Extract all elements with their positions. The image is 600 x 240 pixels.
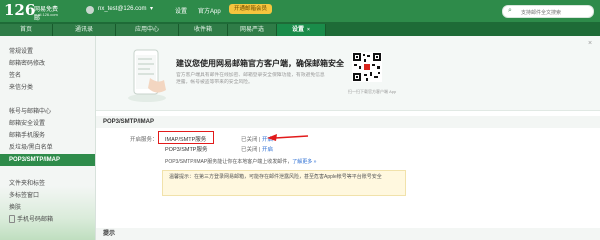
status-text: 已关闭: [241, 147, 258, 153]
sidebar-item-account-center[interactable]: 帐号与邮箱中心: [0, 106, 95, 118]
red-arrow-icon: [267, 134, 309, 141]
settings-sidebar: 常规设置 邮箱密码修改 签名 来信分类 帐号与邮箱中心 邮箱安全设置 邮箱手机服…: [0, 36, 96, 240]
sidebar-item-phone-mail[interactable]: 手机号码邮箱: [0, 214, 95, 226]
banner-description: 官方客户端具有邮件在线加密、邮箱登录安全保障功能，有效避免信息泄露，帐号被盗等带…: [176, 73, 325, 85]
sidebar-item-signature[interactable]: 签名: [0, 70, 95, 82]
tip-text: 温馨提示：在第三方登录网易邮箱，可能存在邮件泄露风险，甚至危害Apple帐号等平…: [169, 174, 382, 180]
sidebar-item-mail-classify[interactable]: 来信分类: [0, 82, 95, 94]
sidebar-item-label: 多标签窗口: [9, 193, 40, 199]
logo-subtitle: mail.126.com: [34, 12, 58, 17]
tab-bar: 首页 通讯录 应用中心 收件箱 网易严选 设置 ×: [0, 22, 600, 36]
phone-illustration: [128, 49, 166, 102]
imap-service-name: IMAP/SMTP服务: [165, 137, 207, 143]
avatar[interactable]: [86, 6, 94, 14]
service-info: POP3/SMTP/IMAP服务能让你在本地客户端上收发邮件，了解更多 »: [165, 158, 316, 165]
tab-label: 设置: [292, 27, 305, 33]
sidebar-item-label: 手机号码邮箱: [17, 217, 54, 223]
sidebar-item-label: 邮箱安全设置: [9, 121, 46, 127]
logo-number: 126: [4, 1, 36, 19]
close-icon[interactable]: ×: [307, 27, 310, 33]
sidebar-item-skin[interactable]: 换肤: [0, 202, 95, 214]
tab-yanxuan[interactable]: 网易严选: [228, 24, 277, 36]
official-app-link[interactable]: 官方App: [198, 6, 221, 15]
sidebar-item-multi-tab[interactable]: 多标签窗口: [0, 190, 95, 202]
search-icon: ⌕: [508, 7, 512, 14]
sidebar-item-security[interactable]: 邮箱安全设置: [0, 118, 95, 130]
top-header: 126 网易免费邮 mail.126.com nx_test@126.com ▾…: [0, 0, 600, 22]
tab-contacts[interactable]: 通讯录: [53, 24, 116, 36]
tab-label: 通讯录: [74, 27, 93, 33]
sidebar-item-mobile-service[interactable]: 邮箱手机服务: [0, 130, 95, 142]
sidebar-item-label: 帐号与邮箱中心: [9, 109, 52, 115]
qr-caption: 扫一扫下载官方客户端 App: [348, 89, 397, 94]
section-title: POP3/SMTP/IMAP: [96, 116, 600, 128]
user-email[interactable]: nx_test@126.com: [98, 6, 146, 12]
pop3-service-status: 已关闭 | 开启: [241, 145, 273, 153]
sidebar-item-antispam[interactable]: 反垃圾/黑白名单: [0, 142, 95, 154]
sidebar-item-folders[interactable]: 文件夹和标签: [0, 178, 95, 190]
sidebar-item-password[interactable]: 邮箱密码修改: [0, 58, 95, 70]
tab-label: 收件箱: [193, 27, 212, 33]
tab-app-center[interactable]: 应用中心: [116, 24, 179, 36]
pop3-enable-link[interactable]: 开启: [262, 147, 273, 153]
banner-title: 建议您使用网易邮箱官方客户端，确保邮箱安全: [176, 59, 344, 68]
qr-code: [352, 52, 382, 82]
service-settings: 开启服务： IMAP/SMTP服务 已关闭 | 开启 POP3/SMTP服务 已…: [96, 128, 600, 220]
sidebar-item-label: 文件夹和标签: [9, 181, 46, 187]
tab-home[interactable]: 首页: [0, 24, 53, 36]
sidebar-item-label: 邮箱密码修改: [9, 61, 46, 67]
sidebar-item-label: 换肤: [9, 205, 22, 211]
pop3-service-name: POP3/SMTP服务: [165, 147, 208, 153]
sidebar-item-pop3[interactable]: POP3/SMTP/IMAP: [0, 154, 95, 166]
search-box[interactable]: ⌕: [502, 5, 594, 18]
enable-service-label: 开启服务：: [130, 137, 158, 143]
sidebar-item-general[interactable]: 常规设置: [0, 46, 95, 58]
sidebar-item-label: POP3/SMTP/IMAP: [9, 157, 61, 163]
phone-icon: [9, 215, 15, 224]
learn-more-link[interactable]: 了解更多 »: [292, 159, 316, 165]
status-text: 已关闭: [241, 137, 258, 143]
settings-link[interactable]: 设置: [175, 6, 187, 15]
tab-label: 首页: [19, 27, 32, 33]
tab-inbox[interactable]: 收件箱: [179, 24, 228, 36]
logo[interactable]: 126 网易免费邮 mail.126.com: [4, 1, 60, 22]
member-button[interactable]: 开通邮箱会员: [229, 4, 273, 14]
sidebar-item-label: 邮箱手机服务: [9, 133, 46, 139]
tab-label: 网易严选: [239, 27, 264, 33]
warm-tip-box: 温馨提示：在第三方登录网易邮箱，可能存在邮件泄露风险，甚至危害Apple帐号等平…: [162, 170, 406, 196]
client-banner: 建议您使用网易邮箱官方客户端，确保邮箱安全 官方客户端具有邮件在线加密、邮箱登录…: [96, 36, 600, 111]
info-text: POP3/SMTP/IMAP服务能让你在本地客户端上收发邮件，: [165, 159, 293, 165]
sidebar-item-label: 签名: [9, 73, 22, 79]
search-input[interactable]: [519, 7, 593, 18]
tips-section-title: 提示: [96, 228, 600, 240]
tab-label: 应用中心: [134, 27, 159, 33]
main-content: 建议您使用网易邮箱官方客户端，确保邮箱安全 官方客户端具有邮件在线加密、邮箱登录…: [96, 36, 600, 240]
sidebar-item-label: 来信分类: [9, 85, 34, 91]
sidebar-item-label: 常规设置: [9, 49, 34, 55]
close-icon[interactable]: ×: [588, 40, 592, 47]
sidebar-item-label: 反垃圾/黑白名单: [9, 145, 53, 151]
tab-settings[interactable]: 设置 ×: [277, 24, 326, 36]
chevron-down-icon[interactable]: ▾: [150, 5, 153, 12]
